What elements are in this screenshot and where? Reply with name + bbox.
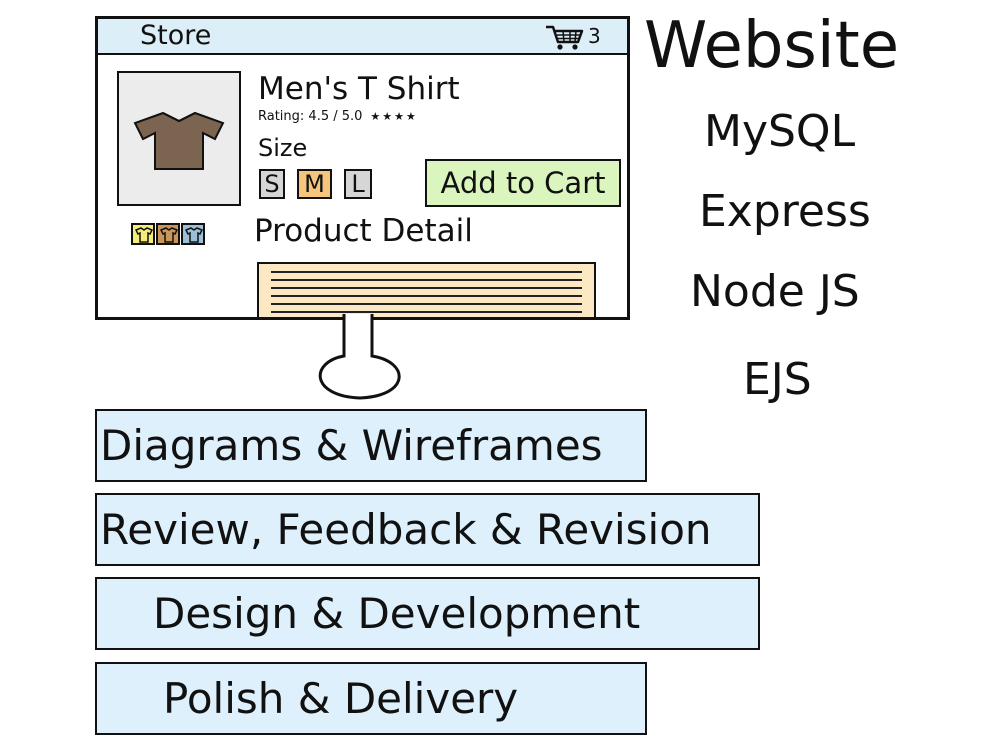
thumbnail-yellow[interactable] (131, 223, 155, 245)
product-image (117, 71, 241, 206)
process-step-design: Design & Development (95, 577, 760, 650)
add-to-cart-button[interactable]: Add to Cart (425, 159, 621, 207)
stack-item-ejs: EJS (743, 354, 812, 405)
product-detail-text (257, 262, 596, 317)
product-detail-heading: Product Detail (254, 213, 473, 249)
rating-stars: ★★★★ (370, 110, 418, 123)
store-label: Store (140, 20, 212, 51)
stack-item-express: Express (699, 186, 871, 237)
stack-item-nodejs: Node JS (690, 266, 860, 317)
thumbnail-blue[interactable] (181, 223, 205, 245)
store-title-bar: Store 3 (98, 19, 627, 55)
product-title: Men's T Shirt (258, 71, 460, 107)
monitor-stand (318, 314, 401, 400)
tshirt-thumb-icon (135, 227, 153, 243)
tshirt-icon (133, 111, 225, 170)
process-step-diagrams: Diagrams & Wireframes (95, 409, 647, 482)
rating-text: Rating: 4.5 / 5.0 (258, 109, 363, 124)
rating: Rating: 4.5 / 5.0 ★★★★ (258, 109, 418, 125)
stack-item-mysql: MySQL (704, 106, 856, 157)
tshirt-thumb-icon (160, 227, 178, 243)
website-title: Website (644, 9, 900, 83)
size-m-button[interactable]: M (297, 169, 332, 199)
tshirt-thumb-icon (185, 227, 203, 243)
monitor-wireframe: Store 3 Men's T Shirt Rating: 4.5 / 5.0 … (95, 16, 630, 320)
thumbnail-brown[interactable] (156, 223, 180, 245)
cart-count: 3 (588, 24, 601, 48)
size-l-button[interactable]: L (344, 169, 372, 199)
process-step-review: Review, Feedback & Revision (95, 493, 760, 566)
size-s-button[interactable]: S (259, 169, 285, 199)
process-step-polish: Polish & Delivery (95, 662, 647, 735)
cart-icon[interactable] (545, 23, 585, 51)
size-label: Size (258, 134, 308, 162)
